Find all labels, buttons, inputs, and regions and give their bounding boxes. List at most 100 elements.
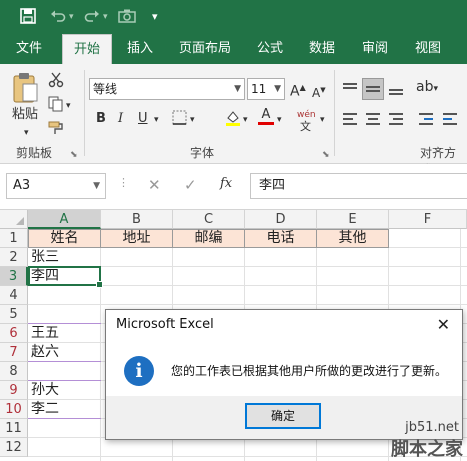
ribbon-tabs: 文件 开始 插入 页面布局 公式 数据 审阅 视图 — [0, 34, 467, 64]
camera-icon[interactable] — [118, 8, 136, 29]
cell-a10[interactable]: 李二 — [28, 400, 100, 419]
tab-file[interactable]: 文件 — [6, 34, 52, 64]
cut-icon[interactable] — [48, 72, 64, 94]
row-header-4[interactable]: 4 — [0, 286, 28, 305]
align-middle-icon[interactable] — [362, 78, 384, 100]
copy-icon[interactable] — [48, 96, 64, 118]
row-header-6[interactable]: 6 — [0, 324, 28, 343]
name-box-value: A3 — [13, 178, 31, 193]
row-header-2[interactable]: 2 — [0, 248, 28, 267]
group-divider — [334, 70, 335, 156]
font-name-select[interactable]: 等线 ▼ — [89, 78, 245, 100]
font-group-label: 字体 — [190, 146, 215, 160]
paste-icon[interactable] — [10, 72, 40, 110]
format-painter-icon[interactable] — [48, 120, 64, 142]
cell-a9[interactable]: 孙大 — [28, 381, 100, 400]
ok-button[interactable]: 确定 — [245, 403, 321, 429]
grow-font-label: A — [290, 83, 300, 100]
tab-insert[interactable]: 插入 — [118, 34, 162, 64]
cell-d1[interactable]: 电话 — [244, 229, 317, 248]
formula-input[interactable]: 李四 — [250, 173, 467, 199]
border-dropdown-icon[interactable]: ▾ — [190, 111, 195, 129]
chevron-down-icon: ▼ — [274, 84, 281, 94]
title-bar: ▾ ▾ ▾ — [0, 0, 467, 34]
shrink-font-button[interactable]: A▼ — [312, 81, 326, 102]
tab-view[interactable]: 视图 — [405, 34, 451, 64]
increase-indent-icon[interactable] — [440, 108, 460, 130]
align-right-icon[interactable] — [386, 108, 406, 130]
dialog-title: Microsoft Excel ✕ — [106, 310, 462, 340]
redo-dropdown-icon[interactable]: ▾ — [103, 8, 108, 26]
tab-formulas[interactable]: 公式 — [248, 34, 292, 64]
column-header-f[interactable]: F — [389, 210, 467, 229]
row-header-3[interactable]: 3 — [0, 267, 28, 286]
font-color-dropdown-icon[interactable]: ▾ — [277, 111, 282, 129]
font-size-select[interactable]: 11 ▼ — [247, 78, 285, 100]
insert-function-button[interactable]: fx — [220, 176, 232, 191]
undo-icon[interactable] — [50, 8, 66, 29]
dialog-title-text: Microsoft Excel — [116, 317, 214, 332]
column-header-a[interactable]: A — [28, 210, 101, 229]
cell-a1[interactable]: 姓名 — [28, 229, 101, 248]
paste-button[interactable]: 粘贴 — [10, 106, 40, 124]
align-bottom-icon[interactable] — [386, 78, 406, 100]
align-left-icon[interactable] — [340, 108, 360, 130]
cell-a6[interactable]: 王五 — [28, 324, 100, 343]
clipboard-group-label: 剪贴板 — [16, 146, 53, 160]
redo-icon[interactable] — [84, 8, 100, 29]
cell-e1[interactable]: 其他 — [316, 229, 389, 248]
select-all-button[interactable] — [0, 210, 28, 229]
active-cell-selection[interactable] — [28, 266, 103, 288]
grow-font-button[interactable]: A▲ — [290, 79, 306, 101]
clipboard-launcher-icon[interactable]: ⬊ — [70, 146, 78, 164]
border-icon[interactable] — [172, 110, 187, 131]
underline-button[interactable]: U — [138, 110, 148, 128]
tab-review[interactable]: 审阅 — [353, 34, 397, 64]
copy-dropdown-icon[interactable]: ▾ — [66, 97, 71, 115]
row-header-10[interactable]: 10 — [0, 400, 28, 419]
column-header-b[interactable]: B — [101, 210, 173, 229]
decrease-indent-icon[interactable] — [416, 108, 436, 130]
tab-page-layout[interactable]: 页面布局 — [170, 34, 240, 64]
enter-icon[interactable]: ✓ — [184, 176, 197, 194]
column-header-e[interactable]: E — [317, 210, 389, 229]
gridline — [28, 304, 467, 305]
font-launcher-icon[interactable]: ⬊ — [322, 146, 330, 164]
cell-c1[interactable]: 邮编 — [172, 229, 245, 248]
row-header-12[interactable]: 12 — [0, 438, 28, 457]
close-icon[interactable]: ✕ — [437, 310, 450, 340]
row-header-5[interactable]: 5 — [0, 305, 28, 324]
column-header-d[interactable]: D — [245, 210, 317, 229]
tab-home[interactable]: 开始 — [62, 34, 112, 64]
name-box[interactable]: A3 ▼ — [6, 173, 106, 199]
cell-b1[interactable]: 地址 — [100, 229, 173, 248]
font-name-value: 等线 — [93, 82, 118, 96]
row-header-1[interactable]: 1 — [0, 229, 28, 248]
tab-data[interactable]: 数据 — [300, 34, 344, 64]
orientation-icon[interactable]: ab▾ — [416, 78, 438, 98]
row-header-9[interactable]: 9 — [0, 381, 28, 400]
save-icon[interactable] — [20, 8, 36, 29]
fill-color-icon[interactable] — [224, 109, 242, 133]
customize-qat-icon[interactable]: ▾ — [152, 8, 158, 26]
font-color-label: A — [261, 107, 271, 122]
cell-a7[interactable]: 赵六 — [28, 343, 100, 362]
undo-dropdown-icon[interactable]: ▾ — [69, 8, 74, 26]
paste-dropdown-icon[interactable]: ▾ — [24, 124, 29, 142]
column-header-c[interactable]: C — [173, 210, 245, 229]
italic-button[interactable]: I — [118, 110, 123, 128]
underline-dropdown-icon[interactable]: ▾ — [154, 111, 159, 129]
fill-color-dropdown-icon[interactable]: ▾ — [243, 111, 248, 129]
align-top-icon[interactable] — [340, 78, 360, 100]
phonetic-dropdown-icon[interactable]: ▾ — [320, 111, 325, 129]
watermark-url: jb51.net — [405, 420, 459, 435]
cell-a2[interactable]: 张三 — [28, 248, 100, 267]
row-header-7[interactable]: 7 — [0, 343, 28, 362]
dialog-body: i 您的工作表已根据其他用户所做的更改进行了更新。 — [106, 340, 462, 396]
row-header-11[interactable]: 11 — [0, 419, 28, 438]
row-header-8[interactable]: 8 — [0, 362, 28, 381]
align-center-icon[interactable] — [363, 108, 383, 130]
font-color-button[interactable]: A — [258, 106, 274, 125]
bold-button[interactable]: B — [96, 110, 106, 128]
cancel-icon[interactable]: ✕ — [148, 176, 161, 194]
